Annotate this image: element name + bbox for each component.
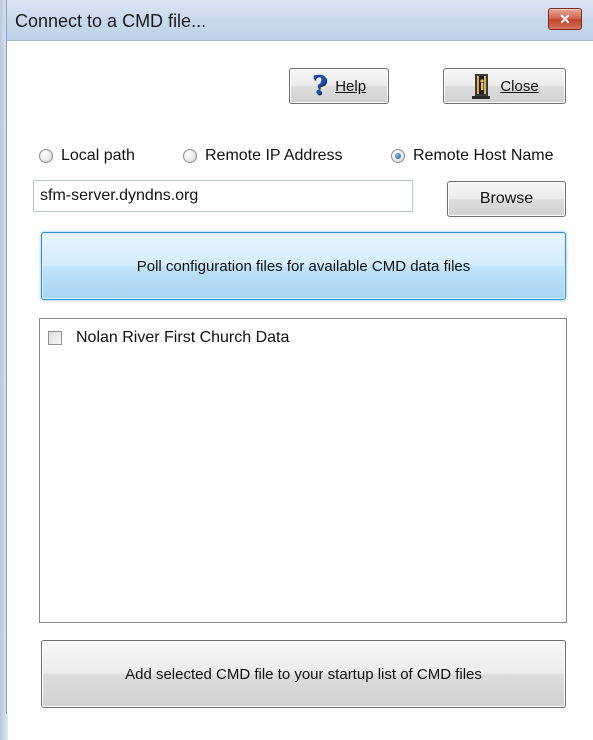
browse-button-label: Browse [479,190,534,207]
radio-local-path-label: Local path [61,147,135,164]
cmd-file-list[interactable]: Nolan River First Church Data [39,318,567,623]
list-item-label: Nolan River First Church Data [76,329,290,346]
window-close-button[interactable]: ✕ [548,8,582,30]
radio-remote-host-label: Remote Host Name [413,147,554,164]
radio-remote-ip-indicator[interactable] [183,149,197,163]
radio-remote-ip[interactable]: Remote IP Address [183,146,343,166]
radio-remote-ip-label: Remote IP Address [205,147,343,164]
radio-remote-host-indicator[interactable] [391,149,405,163]
close-button-label: Close [500,77,539,95]
add-to-startup-button-label: Add selected CMD file to your startup li… [125,665,482,683]
dialog-window: Connect to a CMD file... ✕ ? Help Close … [6,0,593,714]
list-item-checkbox[interactable] [48,331,62,345]
help-button[interactable]: ? Help [289,68,389,104]
radio-local-path[interactable]: Local path [39,146,135,166]
close-button[interactable]: Close [443,68,566,104]
add-to-startup-button[interactable]: Add selected CMD file to your startup li… [41,640,566,708]
poll-config-button-label: Poll configuration files for available C… [136,257,471,275]
radio-remote-host[interactable]: Remote Host Name [391,146,554,166]
title-bar: Connect to a CMD file... ✕ [7,0,593,41]
host-path-input[interactable]: sfm-server.dyndns.org [33,180,413,212]
browse-button[interactable]: Browse [447,181,566,217]
list-item[interactable]: Nolan River First Church Data [48,329,289,347]
window-title: Connect to a CMD file... [15,11,207,31]
help-button-label: Help [335,77,367,95]
radio-local-path-indicator[interactable] [39,149,53,163]
poll-config-button[interactable]: Poll configuration files for available C… [41,232,566,300]
question-mark-icon: ? [311,71,328,101]
door-exit-icon [472,74,491,99]
